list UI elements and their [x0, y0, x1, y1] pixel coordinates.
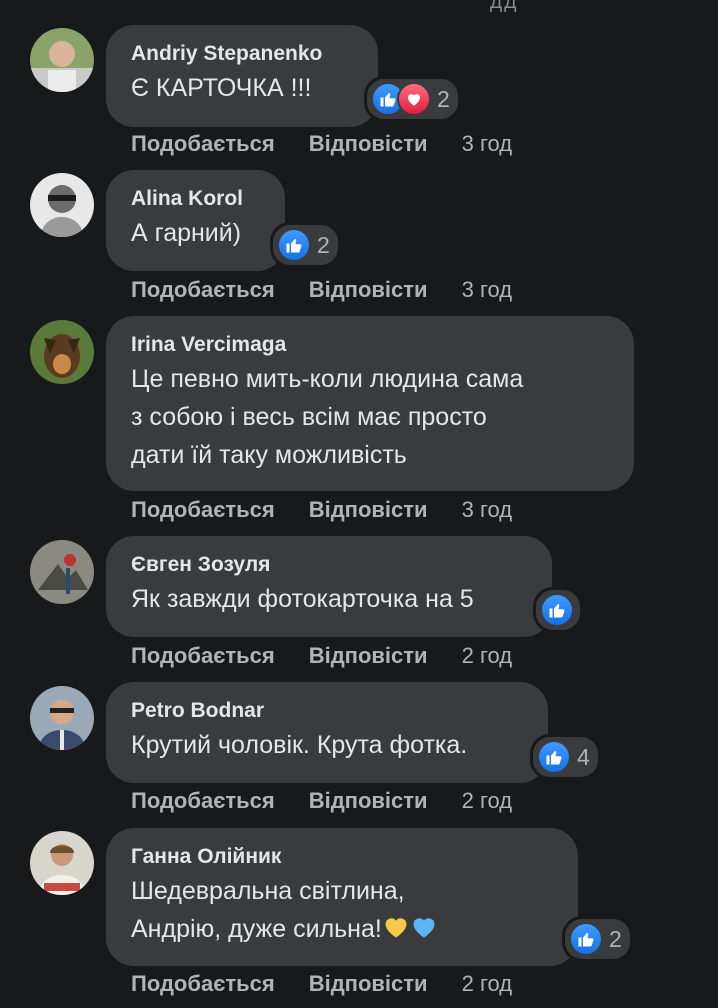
reaction-summary[interactable] [533, 587, 583, 633]
like-button[interactable]: Подобається [131, 497, 275, 523]
comment-timestamp[interactable]: 2 год [462, 643, 512, 669]
like-button[interactable]: Подобається [131, 788, 275, 814]
comment-text: Є КАРТОЧКА !!! [131, 74, 312, 102]
yellow-heart-icon [385, 918, 407, 938]
like-icon [537, 740, 571, 774]
like-button[interactable]: Подобається [131, 277, 275, 303]
reaction-summary[interactable]: 4 [530, 734, 601, 780]
comment-text-content: Шедевральна світлина, Андрію, дуже сильн… [131, 877, 405, 943]
comment-text: Шедевральна світлина, Андрію, дуже сильн… [131, 872, 554, 948]
comment-actions: Подобається Відповісти 2 год [131, 971, 512, 997]
reply-button[interactable]: Відповісти [309, 131, 428, 157]
love-icon [397, 82, 431, 116]
avatar[interactable] [30, 540, 94, 604]
avatar[interactable] [30, 28, 94, 92]
comment-bubble: Ганна Олійник Шедевральна світлина, Андр… [106, 828, 578, 966]
comment-actions: Подобається Відповісти 3 год [131, 277, 512, 303]
like-icon [569, 922, 603, 956]
comment-text: Як завжди фотокарточка на 5 [131, 585, 474, 613]
reply-button[interactable]: Відповісти [309, 497, 428, 523]
comment-actions: Подобається Відповісти 2 год [131, 788, 512, 814]
comment-bubble: Petro Bodnar Крутий чоловік. Крута фотка… [106, 682, 548, 783]
reply-button[interactable]: Відповісти [309, 971, 428, 997]
comment-bubble: Євген Зозуля Як завжди фотокарточка на 5 [106, 536, 552, 637]
comment-text: Крутий чоловік. Крута фотка. [131, 731, 468, 759]
reply-button[interactable]: Відповісти [309, 643, 428, 669]
comment-author[interactable]: Alina Korol [131, 184, 261, 214]
comment-actions: Подобається Відповісти 3 год [131, 497, 512, 523]
reaction-count: 4 [577, 743, 590, 770]
comment-timestamp[interactable]: 3 год [462, 277, 512, 303]
reply-button[interactable]: Відповісти [309, 788, 428, 814]
comment-actions: Подобається Відповісти 2 год [131, 643, 512, 669]
avatar[interactable] [30, 686, 94, 750]
like-button[interactable]: Подобається [131, 971, 275, 997]
avatar[interactable] [30, 320, 94, 384]
reaction-summary[interactable]: 2 [364, 76, 461, 122]
comment-author[interactable]: Irina Vercimaga [131, 330, 610, 360]
reply-button[interactable]: Відповісти [309, 277, 428, 303]
comment-author[interactable]: Євген Зозуля [131, 550, 528, 580]
previous-actions-fragment: ДД [490, 0, 519, 12]
reaction-count: 2 [609, 925, 622, 952]
like-button[interactable]: Подобається [131, 643, 275, 669]
like-icon [277, 228, 311, 262]
comment-timestamp[interactable]: 3 год [462, 131, 512, 157]
comment-bubble: Irina Vercimaga Це певно мить-коли людин… [106, 316, 634, 491]
blue-heart-icon [413, 918, 435, 938]
comment-timestamp[interactable]: 2 год [462, 788, 512, 814]
avatar[interactable] [30, 831, 94, 895]
comment-actions: Подобається Відповісти 3 год [131, 131, 512, 157]
comment-text: А гарний) [131, 219, 242, 247]
comment-author[interactable]: Ганна Олійник [131, 842, 554, 872]
reaction-count: 2 [317, 231, 330, 258]
like-icon [540, 593, 574, 627]
reaction-count: 2 [437, 85, 450, 112]
comment-author[interactable]: Andriy Stepanenko [131, 39, 354, 69]
comment-timestamp[interactable]: 3 год [462, 497, 512, 523]
comment-text: Це певно мить-коли людина сама з собою і… [131, 365, 524, 469]
comment-bubble: Andriy Stepanenko Є КАРТОЧКА !!! [106, 25, 378, 127]
reaction-summary[interactable]: 2 [270, 222, 341, 268]
like-button[interactable]: Подобається [131, 131, 275, 157]
avatar[interactable] [30, 173, 94, 237]
comment-timestamp[interactable]: 2 год [462, 971, 512, 997]
comment-bubble: Alina Korol А гарний) [106, 170, 285, 271]
comment-author[interactable]: Petro Bodnar [131, 696, 524, 726]
reaction-summary[interactable]: 2 [562, 916, 633, 962]
